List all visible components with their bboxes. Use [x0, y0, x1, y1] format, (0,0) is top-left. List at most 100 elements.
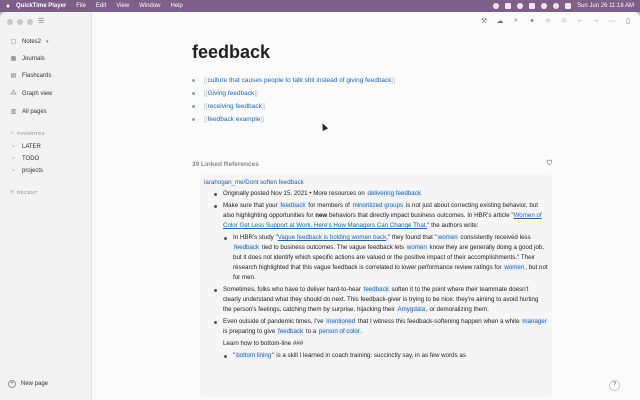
minimize-window-button[interactable]	[17, 19, 23, 25]
page-link[interactable]: Giving feedback	[208, 90, 255, 97]
forward-arrow-icon[interactable]: →	[592, 17, 600, 25]
sync-icon[interactable]	[517, 3, 524, 9]
bullet-icon[interactable]	[224, 355, 227, 358]
more-options-icon[interactable]: ⋯	[608, 17, 616, 25]
wifi-icon[interactable]	[541, 3, 548, 9]
page-tag[interactable]: Amygdala	[396, 306, 427, 313]
reference-block[interactable]: Sometimes, folks who have to deliver har…	[204, 285, 548, 315]
reference-source-page[interactable]: larahogan_me/Dont soften feedback	[204, 178, 548, 188]
sidebar-item-all-pages[interactable]: ▥ All pages	[10, 108, 47, 116]
menu-view[interactable]: View	[116, 3, 129, 9]
page-icon: ▫	[12, 155, 15, 162]
page-tag[interactable]: feedback	[362, 286, 390, 293]
page-tag[interactable]: minoritized groups	[351, 202, 405, 209]
help-button[interactable]: ?	[609, 380, 620, 391]
block-text: to a	[304, 328, 318, 335]
sidebar-item-graph-view[interactable]: ⁂ Graph view	[10, 90, 53, 98]
page-tag[interactable]: person of color	[317, 328, 361, 335]
tools-icon[interactable]: ⚒	[480, 17, 488, 25]
block-text: Even outside of pandemic times, I've	[223, 318, 326, 325]
bullet-icon[interactable]	[192, 92, 195, 95]
home-icon[interactable]: ⌂	[560, 17, 568, 25]
page-title[interactable]: feedback	[192, 42, 270, 63]
linked-references-header: 39 Linked References ⛉	[192, 160, 552, 168]
filter-icon[interactable]: ⛉	[547, 160, 552, 168]
toggle-sidebar-icon[interactable]: ☰	[38, 17, 44, 25]
zoom-window-button[interactable]	[27, 19, 33, 25]
bullet-icon[interactable]	[192, 79, 195, 82]
apple-icon[interactable]: ●	[0, 3, 16, 10]
bullet-icon[interactable]	[192, 118, 195, 121]
back-arrow-icon[interactable]: ←	[576, 17, 584, 25]
bullet-icon[interactable]	[214, 193, 217, 196]
page-tag[interactable]: feedback	[279, 202, 307, 209]
right-sidebar-toggle-icon[interactable]: ▯	[624, 17, 632, 25]
app-tray-icon[interactable]	[505, 3, 512, 9]
page-tag[interactable]: women	[436, 234, 459, 241]
reference-block[interactable]: "bottom lining" is a skill I learned in …	[204, 351, 548, 361]
favorites-label: FAVORITES	[17, 130, 45, 136]
bullet-icon[interactable]	[214, 205, 217, 208]
plugins-icon[interactable]: ✦	[528, 17, 536, 25]
favorite-item-todo[interactable]: ▫ TODO	[10, 155, 39, 162]
menu-help[interactable]: Help	[171, 3, 183, 9]
block-text: , or demoralizing them.	[426, 306, 489, 313]
page-tag[interactable]: manager	[521, 318, 548, 325]
recent-section-header[interactable]: ◷ RECENT	[10, 189, 38, 195]
sidebar-item-flashcards[interactable]: ▤ Flashcards	[10, 72, 52, 80]
bracket-close: ]]	[261, 103, 266, 110]
graph-db-icon: ▢	[10, 39, 17, 45]
page-icon: ▫	[12, 167, 15, 174]
page-link[interactable]: receiving feedback	[208, 103, 262, 110]
control-center-icon[interactable]	[565, 3, 572, 9]
theme-icon[interactable]: ☼	[544, 17, 552, 25]
menu-bar-clock[interactable]: Sun Jun 26 11:18 AM	[577, 3, 634, 9]
sidebar-item-label: Graph view	[22, 90, 53, 97]
reference-block[interactable]: In HBR's study "Vague feedback is holdin…	[204, 233, 548, 283]
bullet-icon[interactable]	[192, 105, 195, 108]
block-text: " the authors write:	[427, 222, 479, 229]
block-text: for members of	[306, 202, 352, 209]
spotlight-search-icon[interactable]	[553, 3, 560, 9]
sidebar-item-label: All pages	[22, 108, 47, 115]
list-item: [[ receiving feedback ]]	[192, 100, 395, 113]
page-tag[interactable]: feedback	[233, 244, 261, 251]
page-link[interactable]: feedback example	[208, 116, 261, 123]
page-tag[interactable]: bottom lining	[235, 352, 273, 359]
page-tag[interactable]: delivering feedback	[366, 190, 422, 197]
graph-icon: ⁂	[10, 91, 17, 97]
external-link[interactable]: Vague feedback is holding women back	[278, 234, 387, 241]
search-icon[interactable]: ⌕	[512, 17, 520, 25]
favorite-item-projects[interactable]: ▫ projects	[10, 167, 43, 174]
reference-block[interactable]: Even outside of pandemic times, I've men…	[204, 317, 548, 337]
bullet-icon[interactable]	[224, 237, 227, 240]
cloud-sync-icon[interactable]: ☁	[496, 17, 504, 25]
page-tag[interactable]: women	[405, 244, 428, 251]
record-icon[interactable]	[493, 3, 500, 9]
favorite-item-later[interactable]: ▫ LATER	[10, 143, 40, 150]
page-tag[interactable]: mentioned	[325, 318, 357, 325]
new-page-button[interactable]: + New page	[8, 380, 48, 388]
reference-block[interactable]: Make sure that your feedback for members…	[204, 201, 548, 231]
menu-app-name[interactable]: QuickTime Player	[16, 3, 66, 9]
favorites-section-header[interactable]: ☆ FAVORITES	[10, 130, 45, 136]
menu-window[interactable]: Window	[139, 3, 160, 9]
battery-icon[interactable]	[529, 3, 536, 9]
bullet-icon[interactable]	[214, 321, 217, 324]
menu-file[interactable]: File	[76, 3, 86, 9]
reference-block[interactable]: Originally posted Nov 15, 2021 • More re…	[204, 189, 548, 199]
bullet-icon[interactable]	[214, 289, 217, 292]
page-link[interactable]: culture that causes people to talk shit …	[208, 77, 392, 84]
recent-label: RECENT	[17, 189, 38, 195]
graph-selector[interactable]: ▢ Notes2 ▾	[10, 38, 49, 46]
favorite-label: TODO	[22, 155, 40, 162]
reference-heading-block[interactable]: Learn how to bottom-line ###	[204, 339, 548, 349]
menu-edit[interactable]: Edit	[96, 3, 106, 9]
page-tag[interactable]: women	[503, 264, 526, 271]
linked-references-count[interactable]: 39 Linked References	[192, 161, 259, 168]
block-text: tied to business outcomes. The vague fee…	[260, 244, 406, 251]
sidebar-item-journals[interactable]: ▦ Journals	[10, 55, 45, 63]
close-window-button[interactable]	[7, 19, 13, 25]
block-text: Sometimes, folks who have to deliver har…	[223, 286, 363, 293]
page-tag[interactable]: feedback	[277, 328, 305, 335]
